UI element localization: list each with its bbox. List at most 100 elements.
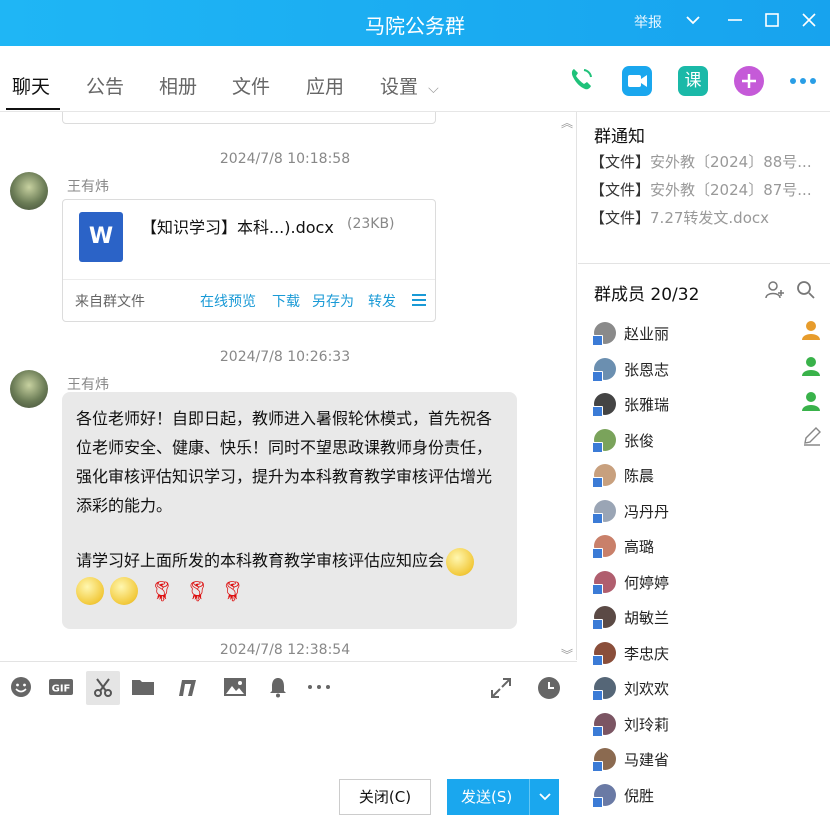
notice-item[interactable]: 【文件】安外教〔2024〕87号... <box>590 179 812 200</box>
notice-title: 群通知 <box>594 127 645 147</box>
class-icon[interactable]: 课 <box>678 66 708 96</box>
member-item[interactable]: 李忠庆 <box>592 641 824 668</box>
tab-settings-label: 设置 <box>380 76 419 98</box>
notice-file-name: 安外教〔2024〕87号... <box>650 181 812 199</box>
file-source: 来自群文件 <box>75 294 145 310</box>
member-name: 张恩志 <box>624 360 670 379</box>
avatar <box>592 748 616 772</box>
music-icon[interactable] <box>177 676 201 700</box>
chat-history[interactable]: 2024/7/8 10:18:58 王有炜 W 【知识学习】本科...).doc… <box>0 112 577 660</box>
member-item[interactable]: 张俊 <box>592 426 824 455</box>
notice-tag: 【文件】 <box>590 153 651 171</box>
chevron-down-icon[interactable] <box>682 11 704 33</box>
member-item[interactable]: 刘玲莉 <box>592 712 824 739</box>
close-button[interactable]: 关闭(C) <box>339 779 431 815</box>
message-input[interactable] <box>0 711 577 775</box>
emoji-icon[interactable] <box>9 676 33 700</box>
smile-emoji-icon <box>446 547 475 576</box>
avatar <box>592 783 616 808</box>
maximize-icon[interactable] <box>761 11 783 33</box>
member-name: 李忠庆 <box>624 644 670 663</box>
video-call-icon[interactable] <box>622 66 652 96</box>
gif-icon[interactable]: GIF <box>48 676 74 700</box>
member-item[interactable]: 倪胜 <box>592 783 824 810</box>
file-name: 【知识学习】本科...).docx <box>141 218 334 237</box>
tab-announcement[interactable]: 公告 <box>86 72 124 99</box>
avatar <box>592 570 616 595</box>
menu-icon[interactable] <box>411 292 427 312</box>
file-size: (23KB) <box>347 216 395 232</box>
member-item[interactable]: 陈晨 <box>592 464 824 490</box>
scroll-up-icon[interactable]: ︽ <box>561 114 573 131</box>
message-bubble[interactable]: 各位老师好！自即日起，教师进入暑假轮休模式，首先祝各位老师安全、健康、快乐！同时… <box>62 392 517 629</box>
add-member-icon[interactable] <box>765 280 785 304</box>
more-tools-icon[interactable] <box>306 676 332 700</box>
member-item[interactable]: 赵业丽 <box>592 319 824 348</box>
download-link[interactable]: 下载 <box>272 291 300 311</box>
group-notice-panel: 群通知 【文件】安外教〔2024〕88号... 【文件】安外教〔2024〕87号… <box>578 112 830 264</box>
notice-tag: 【文件】 <box>590 181 651 199</box>
bell-icon[interactable] <box>266 676 290 700</box>
send-button-label: 发送(S) <box>461 788 513 806</box>
member-item[interactable]: 刘欢欢 <box>592 677 824 703</box>
send-button[interactable]: 发送(S) <box>447 779 559 815</box>
image-icon[interactable] <box>223 676 247 700</box>
member-item[interactable]: 高璐 <box>592 535 824 561</box>
tab-settings[interactable]: 设置 ⌵ <box>380 72 439 99</box>
history-clock-icon[interactable] <box>537 676 561 700</box>
screenshot-scissors-icon[interactable] <box>86 671 120 705</box>
smile-emoji-icon <box>76 577 104 605</box>
avatar <box>592 357 616 382</box>
avatar <box>592 499 616 524</box>
more-icon[interactable] <box>788 66 818 96</box>
member-item[interactable]: 何婷婷 <box>592 570 824 597</box>
avatar <box>592 712 616 737</box>
chevron-down-icon: ⌵ <box>428 81 439 97</box>
tab-chat[interactable]: 聊天 <box>12 72 50 99</box>
member-item[interactable]: 冯丹丹 <box>592 499 824 526</box>
avatar <box>592 428 616 453</box>
owner-icon <box>800 319 822 346</box>
avatar[interactable] <box>10 172 48 210</box>
file-message-card[interactable]: W 【知识学习】本科...).docx (23KB) 来自群文件 在线预览 下载… <box>62 199 436 322</box>
message-timestamp: 2024/7/8 10:26:33 <box>219 349 351 365</box>
message-text: 请学习好上面所发的本科教育教学审核评估应知应会 <box>76 551 445 570</box>
admin-icon <box>800 355 822 382</box>
tab-apps[interactable]: 应用 <box>306 72 344 99</box>
search-icon[interactable] <box>796 280 816 304</box>
avatar <box>592 393 616 417</box>
close-icon[interactable] <box>798 11 820 33</box>
send-options-chevron-icon[interactable] <box>529 779 559 815</box>
notice-item[interactable]: 【文件】7.27转发文.docx <box>590 207 769 228</box>
report-button[interactable]: 举报 <box>634 12 662 32</box>
member-item[interactable]: 胡敏兰 <box>592 606 824 632</box>
avatar[interactable] <box>10 370 48 408</box>
member-name: 赵业丽 <box>624 325 670 343</box>
voice-call-icon[interactable] <box>566 64 596 94</box>
folder-icon[interactable] <box>131 676 155 700</box>
window-title: 马院公务群 <box>365 14 465 38</box>
avatar <box>592 606 616 630</box>
input-toolbar: GIF <box>0 661 577 711</box>
member-name: 何婷婷 <box>624 573 670 592</box>
notice-item[interactable]: 【文件】安外教〔2024〕88号... <box>590 151 812 172</box>
tab-album[interactable]: 相册 <box>159 72 197 99</box>
title-bar: 马院公务群 举报 <box>0 0 830 46</box>
rose-emoji-icon: 🌹︎ <box>149 578 175 603</box>
notice-file-name: 7.27转发文.docx <box>650 209 770 227</box>
online-preview-link[interactable]: 在线预览 <box>200 291 256 311</box>
message-timestamp: 2024/7/8 10:18:58 <box>219 151 351 167</box>
member-item[interactable]: 马建省 <box>592 748 824 774</box>
tab-files[interactable]: 文件 <box>232 72 270 99</box>
edit-pencil-icon[interactable] <box>802 426 822 451</box>
member-item[interactable]: 张恩志 <box>592 355 824 384</box>
avatar <box>592 322 616 346</box>
save-as-link[interactable]: 另存为 <box>312 291 354 311</box>
minimize-icon[interactable] <box>724 11 746 33</box>
member-item[interactable]: 张雅瑞 <box>592 392 824 419</box>
member-name: 胡敏兰 <box>624 609 670 627</box>
add-app-icon[interactable] <box>734 66 764 96</box>
member-name: 马建省 <box>624 751 670 769</box>
forward-link[interactable]: 转发 <box>368 291 396 311</box>
expand-icon[interactable] <box>489 676 513 700</box>
